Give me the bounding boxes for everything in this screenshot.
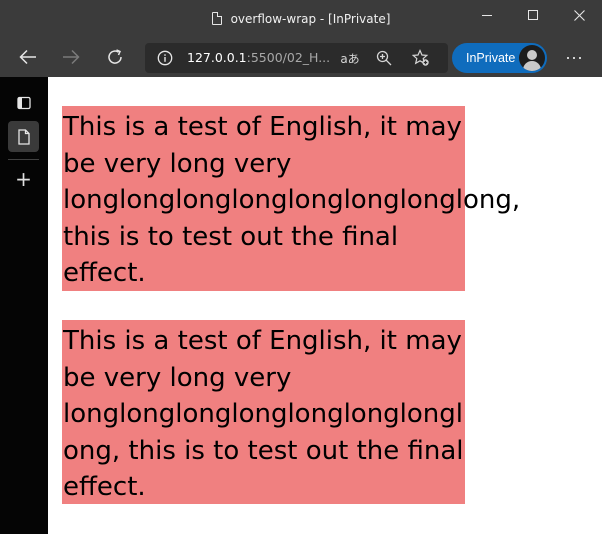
inprivate-button[interactable]: InPrivate — [452, 43, 547, 73]
sidebar-divider — [8, 159, 39, 160]
plus-icon: + — [15, 166, 32, 191]
title-bar: overflow-wrap - [InPrivate] — [0, 0, 602, 37]
back-button[interactable] — [12, 41, 44, 73]
minimize-icon — [482, 14, 492, 16]
browser-toolbar: 127.0.0.1:5500/02_H... aあ InPrivate ··· — [0, 37, 602, 77]
refresh-icon — [108, 49, 122, 64]
tab-actions-button[interactable] — [8, 87, 39, 118]
maximize-icon — [528, 10, 538, 20]
minimize-button[interactable] — [464, 0, 510, 30]
tab-actions-icon — [16, 96, 31, 109]
overflow-wrap-break-word-box: This is a test of English, it may be ver… — [62, 320, 465, 504]
page-icon — [17, 128, 30, 145]
refresh-button[interactable] — [99, 41, 131, 73]
close-button[interactable] — [556, 0, 602, 30]
document-icon — [211, 12, 222, 25]
address-bar[interactable]: 127.0.0.1:5500/02_H... aあ — [145, 43, 448, 73]
overflow-wrap-normal-box: This is a test of English, it may be ver… — [62, 106, 520, 291]
inprivate-label: InPrivate — [466, 51, 516, 65]
more-icon: ··· — [565, 46, 583, 67]
maximize-button[interactable] — [510, 0, 556, 30]
arrow-left-icon — [19, 49, 36, 65]
url-host: 127.0.0.1 — [187, 50, 247, 65]
vertical-tabs-sidebar: + — [0, 77, 48, 534]
new-tab-button[interactable]: + — [8, 163, 39, 194]
page-content: This is a test of English, it may be ver… — [48, 77, 602, 534]
add-favorite-icon[interactable] — [411, 48, 431, 68]
url-text[interactable]: 127.0.0.1:5500/02_H... — [187, 43, 330, 73]
more-options-button[interactable]: ··· — [558, 41, 590, 73]
window-title-text: overflow-wrap - [InPrivate] — [230, 11, 391, 26]
arrow-right-icon — [63, 49, 80, 65]
vertical-tab-current[interactable] — [8, 121, 39, 152]
profile-avatar-icon — [519, 45, 545, 71]
forward-button[interactable] — [55, 41, 87, 73]
site-info-icon[interactable] — [157, 50, 173, 71]
url-path: :5500/02_H... — [246, 50, 331, 65]
read-aloud-icon[interactable]: aあ — [340, 48, 360, 68]
zoom-icon[interactable] — [374, 48, 394, 68]
close-icon — [573, 9, 585, 21]
